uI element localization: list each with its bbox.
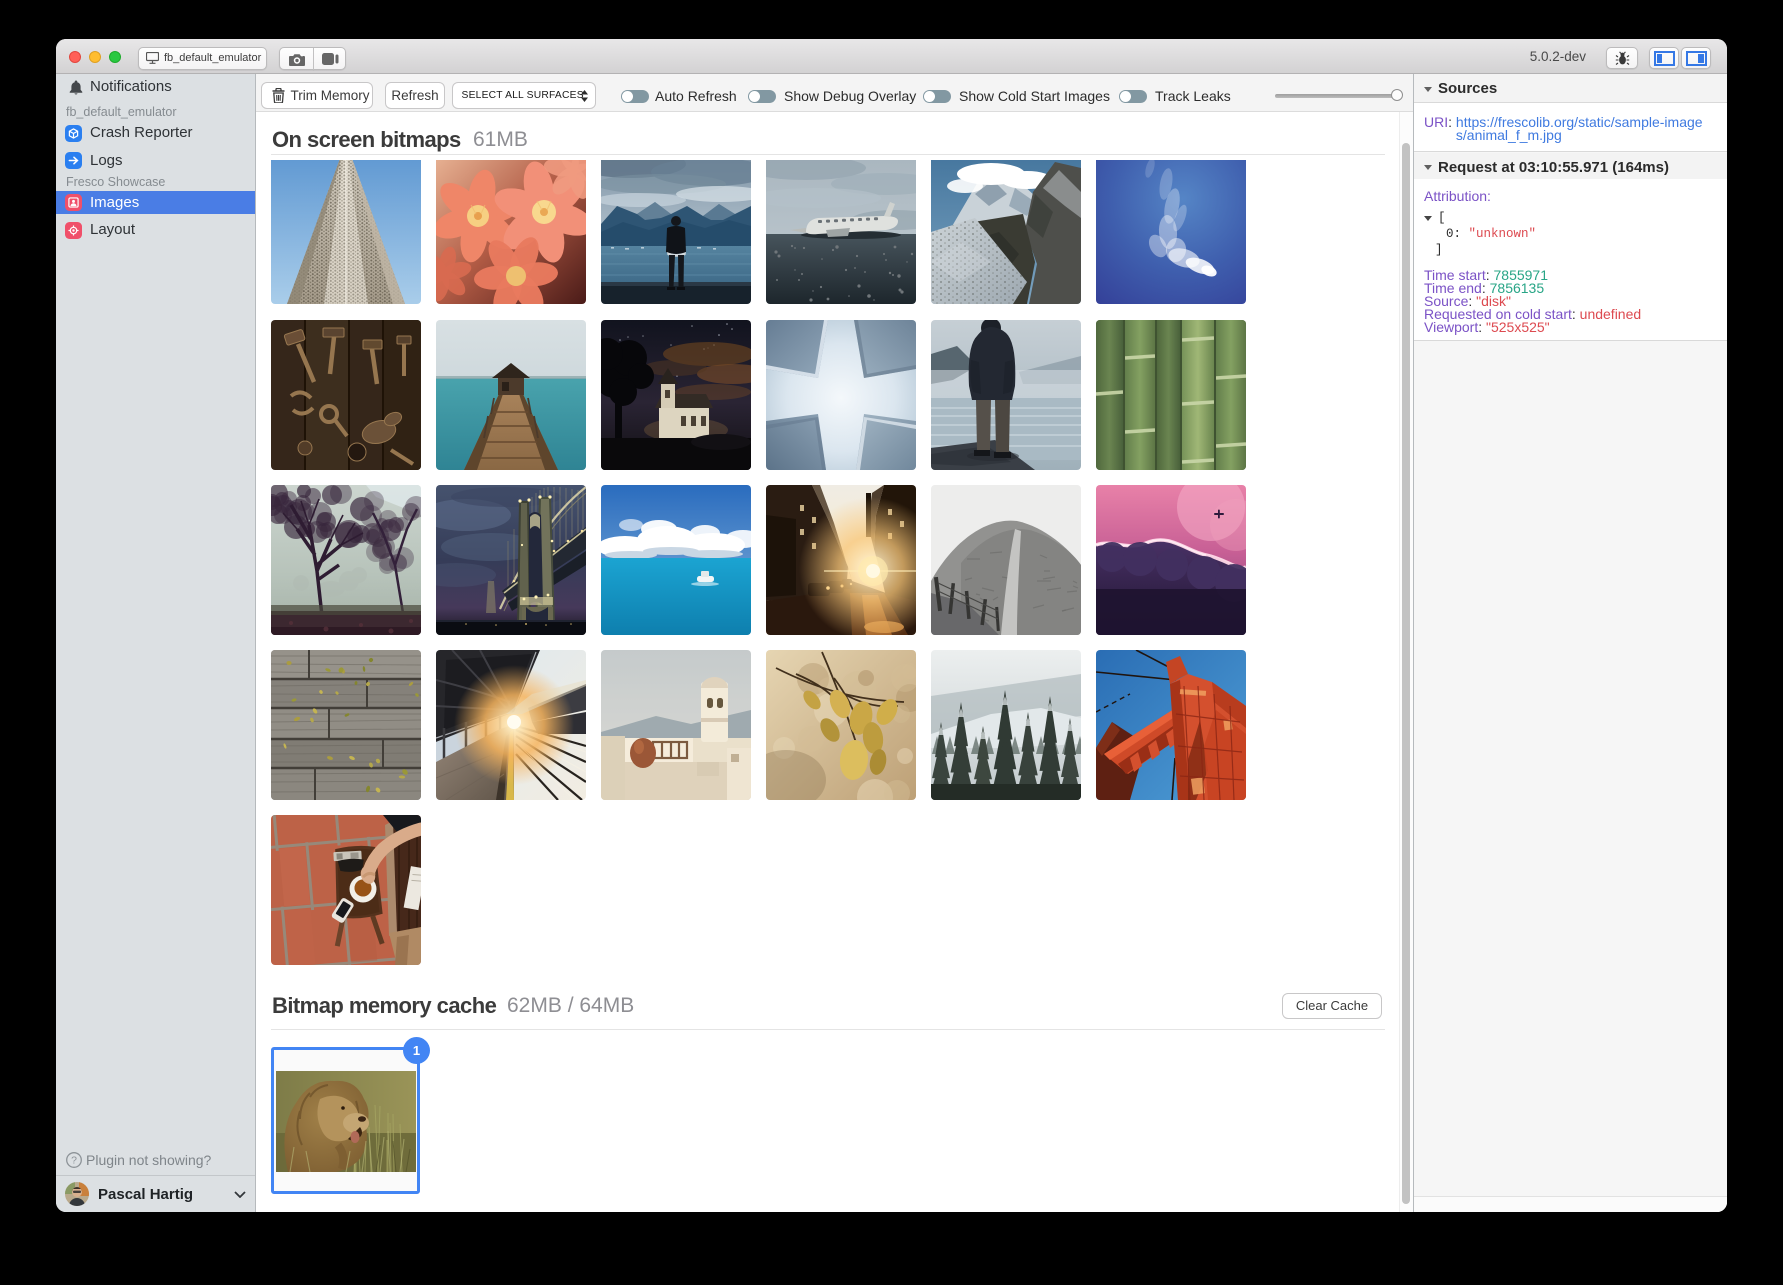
- svg-text:?: ?: [71, 1155, 77, 1167]
